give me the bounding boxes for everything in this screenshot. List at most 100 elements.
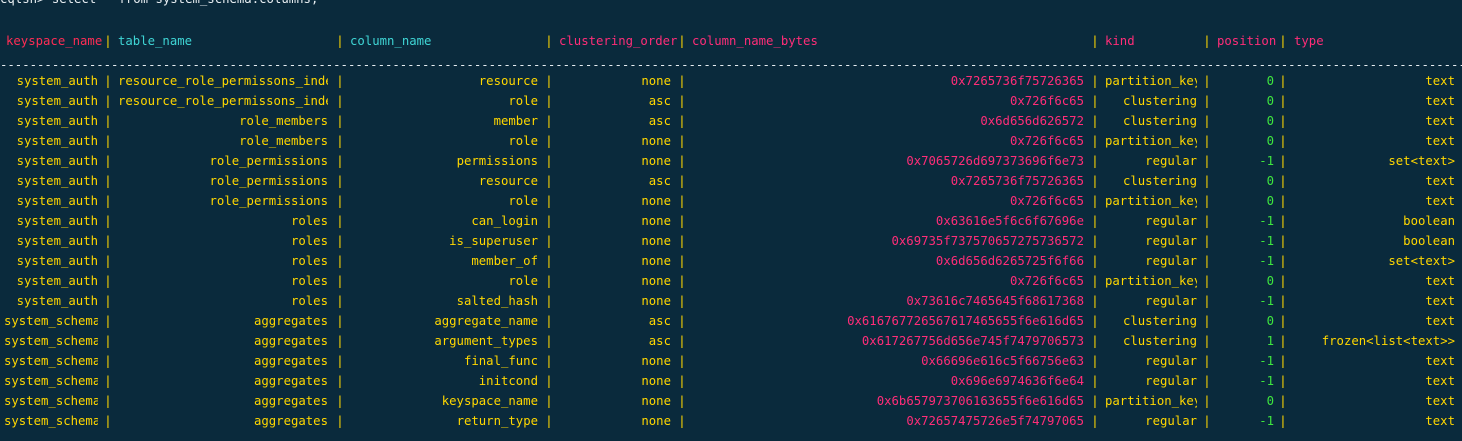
cell-clustering-order: none — [641, 194, 671, 208]
column-separator: | — [104, 414, 112, 428]
column-separator: | — [1091, 294, 1099, 308]
column-separator: | — [1091, 134, 1099, 148]
column-separator: | — [1203, 194, 1211, 208]
column-separator: | — [1203, 414, 1211, 428]
cell-keyspace-name: system_auth — [16, 294, 98, 308]
column-separator: | — [1203, 174, 1211, 188]
cell-kind: clustering — [1122, 334, 1197, 348]
cell-column-name-bytes: 0x6d656d6265725f6f66 — [935, 254, 1084, 268]
cell-column-name: is_superuser — [449, 234, 538, 248]
cell-table-name: resource_role_permissons_index — [118, 74, 328, 88]
cell-kind: partition_key — [1105, 194, 1197, 208]
column-separator: | — [1279, 274, 1287, 288]
cell-position: 0 — [1266, 274, 1274, 288]
cell-keyspace-name: system_auth — [16, 194, 98, 208]
column-separator: | — [1091, 194, 1099, 208]
cell-keyspace-name: system_auth — [16, 114, 98, 128]
table-row: system_auth | role_members | member | asc | 0x6d… — [0, 111, 1462, 131]
cell-clustering-order: none — [641, 354, 671, 368]
table-row: system_auth | role_members | role | none | 0x726… — [0, 131, 1462, 151]
cell-kind: regular — [1145, 254, 1197, 268]
table-row: system_schema | aggregates | final_func | none… — [0, 351, 1462, 371]
cell-position: -1 — [1259, 254, 1274, 268]
column-separator: | — [104, 134, 112, 148]
cell-column-name-bytes: 0x616767726567617465655f6e616d65 — [847, 314, 1084, 328]
cell-column-name: can_login — [471, 214, 538, 228]
cell-keyspace-name: system_schema — [4, 354, 98, 368]
cell-kind: partition_key — [1105, 274, 1197, 288]
cell-column-name: final_func — [463, 354, 538, 368]
column-separator: | — [678, 294, 686, 308]
column-separator: | — [104, 234, 112, 248]
cell-column-name: keyspace_name — [441, 394, 538, 408]
column-separator: | — [678, 114, 686, 128]
column-separator: | — [545, 354, 553, 368]
column-separator: | — [1091, 174, 1099, 188]
cell-column-name: return_type — [456, 414, 538, 428]
cell-type: text — [1425, 174, 1455, 188]
cell-keyspace-name: system_auth — [16, 234, 98, 248]
column-separator: | — [678, 234, 686, 248]
column-separator: | — [678, 394, 686, 408]
cell-type: text — [1425, 374, 1455, 388]
cell-position: 0 — [1266, 314, 1274, 328]
cell-position: 1 — [1266, 334, 1274, 348]
column-separator: | — [336, 74, 344, 88]
column-separator: | — [678, 94, 686, 108]
column-separator: | — [545, 394, 553, 408]
column-separator: | — [545, 94, 553, 108]
column-separator: | — [1203, 134, 1211, 148]
cell-type: set<text> — [1388, 254, 1455, 268]
cell-column-name: aggregate_name — [434, 314, 538, 328]
column-separator: | — [545, 194, 553, 208]
column-separator: | — [336, 254, 344, 268]
column-separator: | — [545, 154, 553, 168]
column-separator: | — [678, 414, 686, 428]
column-separator: | — [1203, 94, 1211, 108]
column-separator: | — [1203, 254, 1211, 268]
cell-clustering-order: none — [641, 374, 671, 388]
column-separator: | — [336, 214, 344, 228]
column-separator: | — [545, 374, 553, 388]
column-separator: | — [545, 294, 553, 308]
cell-clustering-order: none — [641, 234, 671, 248]
cell-table-name: roles — [290, 234, 328, 248]
cell-table-name: aggregates — [253, 394, 328, 408]
cell-clustering-order: asc — [648, 334, 671, 348]
column-separator: | — [1203, 234, 1211, 248]
column-separator: | — [336, 354, 344, 368]
cell-clustering-order: none — [641, 394, 671, 408]
column-separator: | — [1091, 334, 1099, 348]
cell-column-name: role — [508, 94, 538, 108]
table-row: system_auth | roles | is_superuser | none | 0x69… — [0, 231, 1462, 251]
table-row: system_auth | role_permissions | role | none | 0… — [0, 191, 1462, 211]
column-separator: | — [545, 234, 553, 248]
cell-type: boolean — [1403, 234, 1455, 248]
table-row: system_schema | aggregates | keyspace_name | n… — [0, 391, 1462, 411]
column-separator: | — [1203, 374, 1211, 388]
column-separator: | — [678, 34, 686, 48]
column-separator: | — [104, 94, 112, 108]
cell-type: text — [1425, 294, 1455, 308]
column-separator: | — [1279, 154, 1287, 168]
cell-type: set<text> — [1388, 154, 1455, 168]
column-separator: | — [336, 94, 344, 108]
column-separator: | — [1279, 314, 1287, 328]
table-row: system_schema | aggregates | return_type | non… — [0, 411, 1462, 431]
column-separator: | — [1091, 154, 1099, 168]
cell-keyspace-name: system_auth — [16, 174, 98, 188]
cell-column-name-bytes: 0x726f6c65 — [1009, 134, 1084, 148]
column-separator: | — [104, 274, 112, 288]
cell-clustering-order: asc — [648, 94, 671, 108]
cell-keyspace-name: system_auth — [16, 134, 98, 148]
terminal-window[interactable]: cqlsh> select * from system_schema.colum… — [0, 0, 1462, 441]
cell-type: text — [1425, 74, 1455, 88]
column-separator: | — [104, 34, 112, 48]
column-separator: | — [1279, 214, 1287, 228]
cell-type: boolean — [1403, 214, 1455, 228]
column-separator: | — [1203, 314, 1211, 328]
cell-position: -1 — [1259, 354, 1274, 368]
cell-position: 0 — [1266, 174, 1274, 188]
column-separator: | — [1091, 354, 1099, 368]
cell-clustering-order: none — [641, 254, 671, 268]
